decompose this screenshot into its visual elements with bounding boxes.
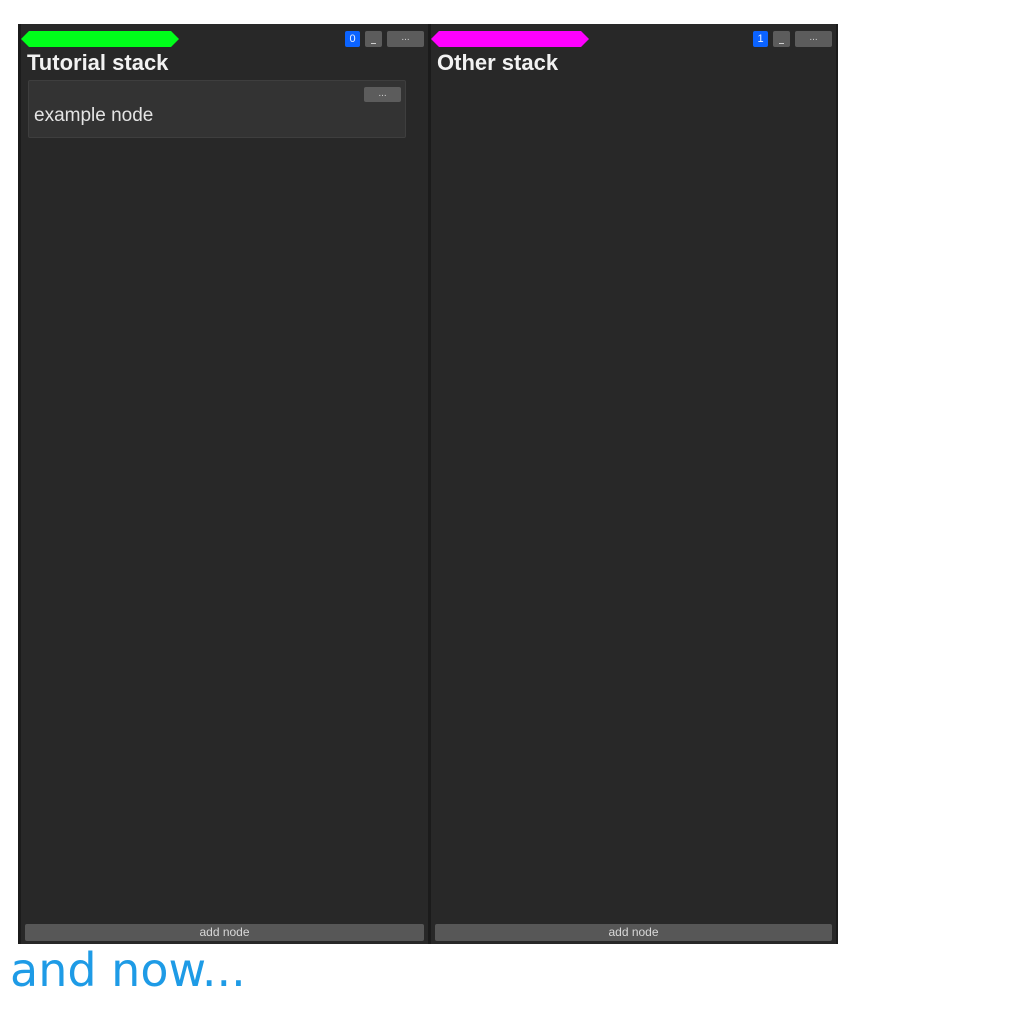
color-tab-shape (21, 31, 179, 47)
node-card[interactable]: ... example node (28, 80, 406, 138)
add-node-button[interactable]: add node (25, 924, 424, 941)
stack-title[interactable]: Tutorial stack (27, 50, 168, 76)
color-tab-icon[interactable] (431, 31, 589, 47)
minimize-icon (371, 43, 376, 44)
stack-menu-button[interactable]: ... (387, 31, 424, 47)
stack-other: 1 ... Other stack add node (431, 24, 836, 944)
stack-tutorial: 0 ... Tutorial stack ... example node ad… (21, 24, 428, 944)
stack-controls: 1 ... (753, 31, 832, 47)
minimize-button[interactable] (365, 31, 382, 47)
color-tab-shape (431, 31, 589, 47)
node-menu-button[interactable]: ... (364, 87, 401, 102)
color-tab-icon[interactable] (21, 31, 179, 47)
stack-menu-button[interactable]: ... (795, 31, 832, 47)
minimize-button[interactable] (773, 31, 790, 47)
stack-index-badge[interactable]: 0 (345, 31, 360, 47)
caption-text: and now... (10, 943, 246, 997)
node-label: example node (34, 105, 154, 126)
stack-index-badge[interactable]: 1 (753, 31, 768, 47)
minimize-icon (779, 43, 784, 44)
stack-board: 0 ... Tutorial stack ... example node ad… (18, 24, 838, 944)
stack-controls: 0 ... (345, 31, 424, 47)
add-node-button[interactable]: add node (435, 924, 832, 941)
stack-title[interactable]: Other stack (437, 50, 558, 76)
